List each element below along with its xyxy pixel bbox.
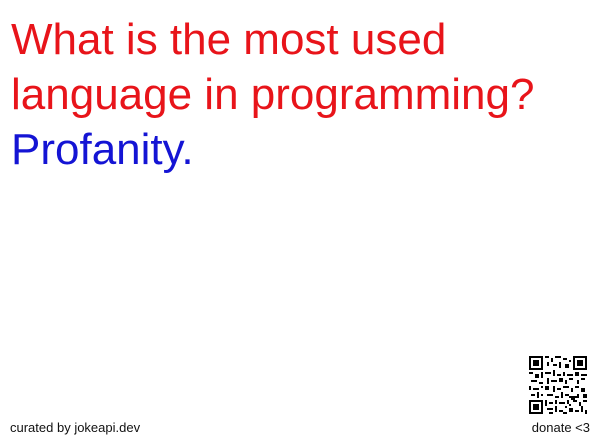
joke-punchline: Profanity. [11, 125, 194, 174]
donate-qr-code-icon[interactable] [529, 356, 587, 414]
credit-text: curated by jokeapi.dev [10, 420, 141, 435]
donate-link[interactable]: donate <3 [532, 420, 590, 435]
joke-setup: What is the most used language in progra… [11, 15, 535, 119]
joke-container: What is the most used language in progra… [11, 12, 591, 177]
